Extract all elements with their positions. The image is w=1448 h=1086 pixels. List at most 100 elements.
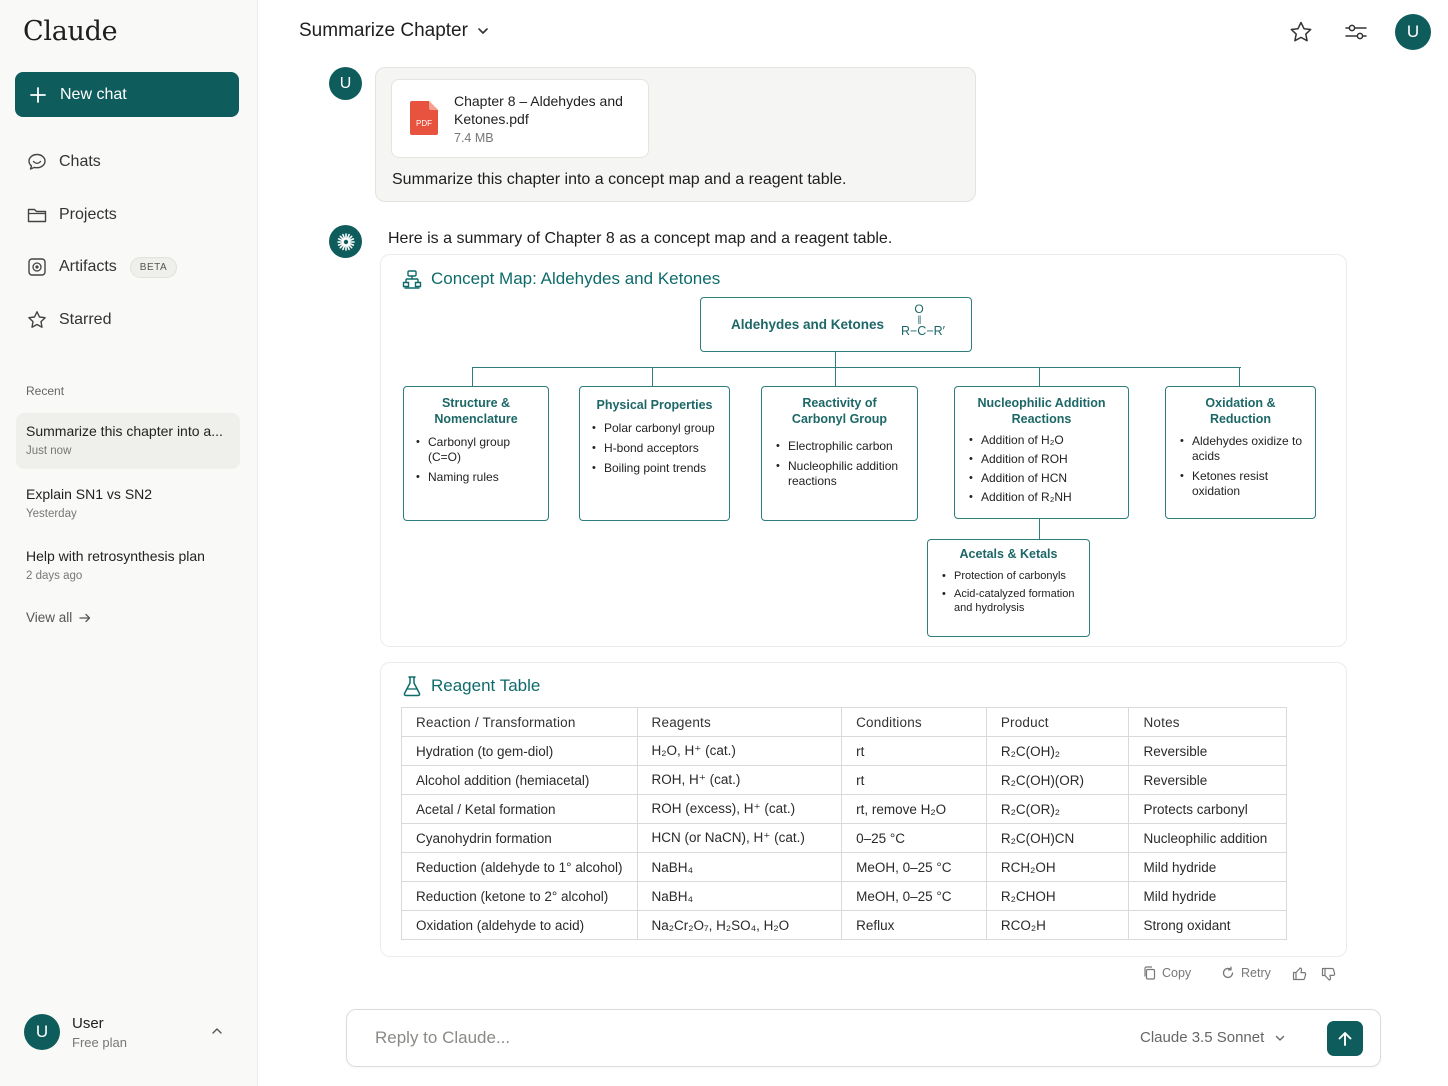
recent-chat-item[interactable]: Help with retrosynthesis plan 2 days ago (16, 538, 240, 594)
column-header: Reagents (636, 707, 843, 737)
thumbs-up-icon[interactable] (1292, 966, 1307, 981)
root-title: Aldehydes and Ketones (731, 317, 885, 332)
node-title: Structure & Nomenclature (434, 396, 518, 426)
map-connector (472, 367, 474, 386)
recent-chat-time: 2 days ago (26, 570, 83, 582)
table-row: Alcohol addition (hemiacetal) ROH, H⁺ (c… (401, 765, 1287, 795)
new-chat-button[interactable]: New chat (15, 72, 239, 117)
plus-icon (30, 86, 46, 103)
node-item: Boiling point trends (590, 461, 719, 476)
diagram-hierarchy-icon (402, 270, 422, 289)
node-item: Acid-catalyzed formation and hydrolysis (940, 587, 1077, 615)
user-message: PDF Chapter 8 – Aldehydes and Ketones.pd… (375, 67, 976, 202)
column-header: Notes (1128, 707, 1287, 737)
node-item: Addition of R₂NH (967, 490, 1116, 505)
sidebar-item-starred[interactable]: Starred (26, 305, 111, 335)
table-cell: 0–25 °C (841, 823, 987, 853)
flask-icon (403, 676, 421, 697)
account-avatar[interactable]: U (1395, 14, 1431, 50)
chat-title-dropdown[interactable]: Summarize Chapter (299, 20, 490, 42)
sidebar: Claude New chat Chats Projects Artifacts… (0, 0, 258, 1086)
node-item: Addition of ROH (967, 452, 1116, 467)
table-cell: R₂C(OH)(OR) (985, 765, 1130, 795)
new-chat-label: New chat (60, 85, 127, 103)
table-cell: Reduction (ketone to 2° alcohol) (401, 881, 638, 911)
table-cell: Na₂Cr₂O₇, H₂SO₄, H₂O (636, 910, 843, 940)
table-cell: R₂CHOH (985, 881, 1130, 911)
node-item: Protection of carbonyls (940, 569, 1077, 583)
user-menu[interactable]: U User Free plan (24, 1012, 234, 1052)
table-cell: Reduction (aldehyde to 1° alcohol) (401, 852, 638, 882)
map-connector (835, 367, 837, 386)
star-icon[interactable] (1288, 19, 1314, 45)
sidebar-item-label: Artifacts (59, 258, 117, 275)
chat-bubble-icon (28, 153, 46, 170)
sidebar-item-projects[interactable]: Projects (26, 200, 117, 230)
table-cell: RCH₂OH (985, 852, 1130, 882)
column-header: Reaction / Transformation (401, 707, 638, 737)
table-cell: RCO₂H (985, 910, 1130, 940)
concept-node: Oxidation & Reduction Aldehydes oxidize … (1165, 386, 1316, 519)
table-row: Reduction (ketone to 2° alcohol) NaBH₄ M… (401, 881, 1287, 911)
attachment-filename: Chapter 8 – Aldehydes and Ketones.pdf (454, 93, 623, 127)
copy-button[interactable]: Copy (1143, 966, 1191, 980)
arrow-up-icon (1338, 1031, 1352, 1046)
recent-chat-time: Yesterday (26, 508, 77, 520)
retry-label: Retry (1241, 966, 1271, 980)
table-cell: Hydration (to gem-diol) (401, 736, 638, 766)
node-item: Ketones resist oxidation (1178, 469, 1303, 499)
map-connector (1239, 367, 1241, 386)
copy-icon (1144, 966, 1156, 980)
copy-label: Copy (1162, 966, 1192, 980)
table-cell: Reversible (1128, 765, 1287, 795)
settings-sliders-icon[interactable] (1343, 19, 1369, 45)
folder-icon (27, 208, 47, 223)
reply-input[interactable] (375, 1025, 1075, 1051)
sidebar-item-label: Projects (59, 206, 117, 223)
star-icon (28, 311, 46, 328)
attachment-card[interactable]: PDF Chapter 8 – Aldehydes and Ketones.pd… (391, 79, 649, 158)
concept-node: Reactivity of Carbonyl Group Electrophil… (761, 386, 918, 521)
pdf-file-icon: PDF (410, 101, 438, 135)
sidebar-item-artifacts[interactable]: Artifacts BETA (26, 252, 178, 282)
table-cell: R₂C(OR)₂ (985, 794, 1130, 824)
table-cell: Mild hydride (1128, 881, 1287, 911)
view-all-link[interactable]: View all (26, 610, 92, 625)
recent-heading: Recent (26, 384, 65, 398)
map-connector (472, 367, 1241, 369)
table-cell: Mild hydride (1128, 852, 1287, 882)
sidebar-item-label: Chats (59, 153, 101, 170)
recent-chat-item[interactable]: Summarize this chapter into a... Just no… (16, 413, 240, 469)
claude-spark-icon (336, 232, 355, 251)
recent-chat-title: Summarize this chapter into a... (26, 423, 223, 439)
claude-logo[interactable]: Claude (23, 16, 118, 47)
table-cell: Alcohol addition (hemiacetal) (401, 765, 638, 795)
table-cell: ROH, H⁺ (cat.) (636, 765, 843, 795)
table-cell: ROH (excess), H⁺ (cat.) (636, 794, 843, 824)
table-cell: Nucleophilic addition (1128, 823, 1287, 853)
sidebar-item-chats[interactable]: Chats (26, 147, 101, 177)
reagent-table: Reaction / Transformation Reagents Condi… (401, 707, 1287, 940)
table-cell: H₂O, H⁺ (cat.) (636, 736, 843, 766)
retry-button[interactable]: Retry (1221, 966, 1271, 980)
avatar: U (24, 1014, 60, 1050)
send-button[interactable] (1327, 1021, 1363, 1056)
reagent-table-panel: Reagent Table Reaction / Transformation … (380, 662, 1347, 957)
table-cell: Reflux (841, 910, 987, 940)
table-row: Cyanohydrin formation HCN (or NaCN), H⁺ … (401, 823, 1287, 853)
table-cell: R₂C(OH)CN (985, 823, 1130, 853)
thumbs-down-icon[interactable] (1321, 967, 1336, 982)
node-title: Acetals & Ketals (959, 547, 1058, 561)
chevron-down-icon (478, 28, 488, 34)
concept-node: Nucleophilic Addition Reactions Addition… (954, 386, 1129, 519)
table-cell: MeOH, 0–25 °C (841, 852, 987, 882)
recent-chat-item[interactable]: Explain SN1 vs SN2 Yesterday (16, 476, 240, 532)
table-header-row: Reaction / Transformation Reagents Condi… (401, 707, 1287, 737)
model-name: Claude 3.5 Sonnet (1140, 1029, 1265, 1046)
table-cell: NaBH₄ (636, 881, 843, 911)
user-message-avatar: U (329, 67, 362, 100)
reagent-table-heading: Reagent Table (402, 675, 540, 697)
carbonyl-formula: O || R−C−R′ (900, 302, 946, 338)
recent-chat-title: Help with retrosynthesis plan (26, 548, 205, 564)
model-selector[interactable]: Claude 3.5 Sonnet (1140, 1029, 1286, 1046)
